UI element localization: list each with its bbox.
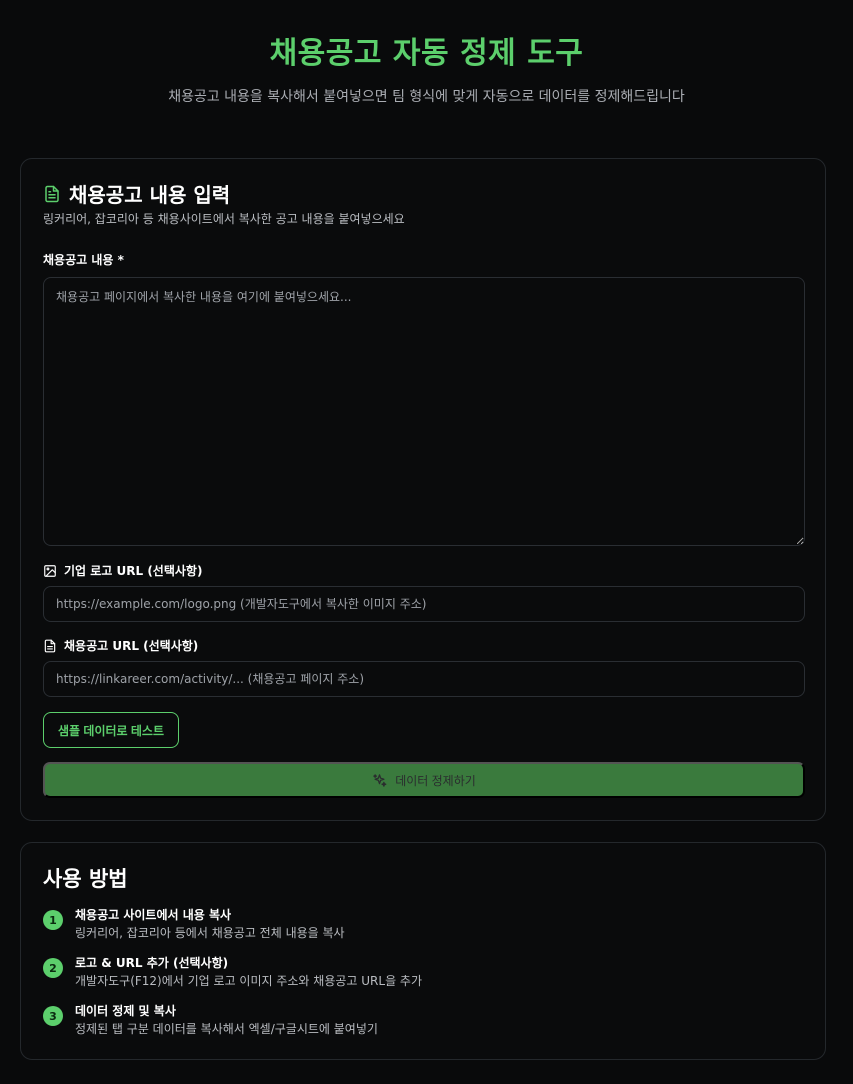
input-card: 채용공고 내용 입력 링커리어, 잡코리아 등 채용사이트에서 복사한 공고 내… [20, 158, 826, 821]
logo-url-label: 기업 로고 URL (선택사항) [43, 562, 202, 579]
howto-step-3: 3 데이터 정제 및 복사 정제된 탭 구분 데이터를 복사해서 엑셀/구글시트… [43, 1003, 378, 1038]
sample-data-button[interactable]: 샘플 데이터로 테스트 [43, 712, 179, 748]
posting-url-input[interactable] [43, 661, 805, 697]
refine-data-button[interactable]: 데이터 정제하기 [43, 762, 805, 798]
howto-step-1: 1 채용공고 사이트에서 내용 복사 링커리어, 잡코리아 등에서 채용공고 전… [43, 907, 345, 942]
step-title: 채용공고 사이트에서 내용 복사 [75, 908, 232, 922]
input-card-title: 채용공고 내용 입력 [69, 183, 231, 207]
page-subtitle: 채용공고 내용을 복사해서 붙여넣으면 팀 형식에 맞게 자동으로 데이터를 정… [168, 89, 685, 105]
step-description: 개발자도구(F12)에서 기업 로고 이미지 주소와 채용공고 URL을 추가 [75, 974, 423, 988]
step-description: 정제된 탭 구분 데이터를 복사해서 엑셀/구글시트에 붙여넣기 [75, 1022, 378, 1036]
input-card-header: 채용공고 내용 입력 [43, 179, 230, 208]
step-number-badge: 3 [43, 1006, 63, 1026]
step-title: 데이터 정제 및 복사 [75, 1004, 176, 1018]
howto-card: 사용 방법 1 채용공고 사이트에서 내용 복사 링커리어, 잡코리아 등에서 … [20, 842, 826, 1060]
page-title: 채용공고 자동 정제 도구 [269, 36, 584, 71]
file-icon [43, 639, 57, 653]
content-label: 채용공고 내용 * [43, 253, 124, 267]
refine-data-button-label: 데이터 정제하기 [395, 773, 476, 788]
step-title: 로고 & URL 추가 (선택사항) [75, 956, 229, 970]
input-card-description: 링커리어, 잡코리아 등 채용사이트에서 복사한 공고 내용을 붙여넣으세요 [43, 212, 405, 226]
content-textarea[interactable] [43, 277, 805, 546]
image-icon [43, 564, 57, 578]
posting-url-label: 채용공고 URL (선택사항) [43, 637, 198, 654]
step-number-badge: 2 [43, 958, 63, 978]
howto-step-2: 2 로고 & URL 추가 (선택사항) 개발자도구(F12)에서 기업 로고 … [43, 955, 422, 990]
sparkles-icon [372, 773, 387, 788]
howto-title: 사용 방법 [43, 867, 128, 891]
logo-url-input[interactable] [43, 586, 805, 622]
file-text-icon [43, 185, 61, 203]
step-number-badge: 1 [43, 910, 63, 930]
step-description: 링커리어, 잡코리아 등에서 채용공고 전체 내용을 복사 [75, 926, 345, 940]
